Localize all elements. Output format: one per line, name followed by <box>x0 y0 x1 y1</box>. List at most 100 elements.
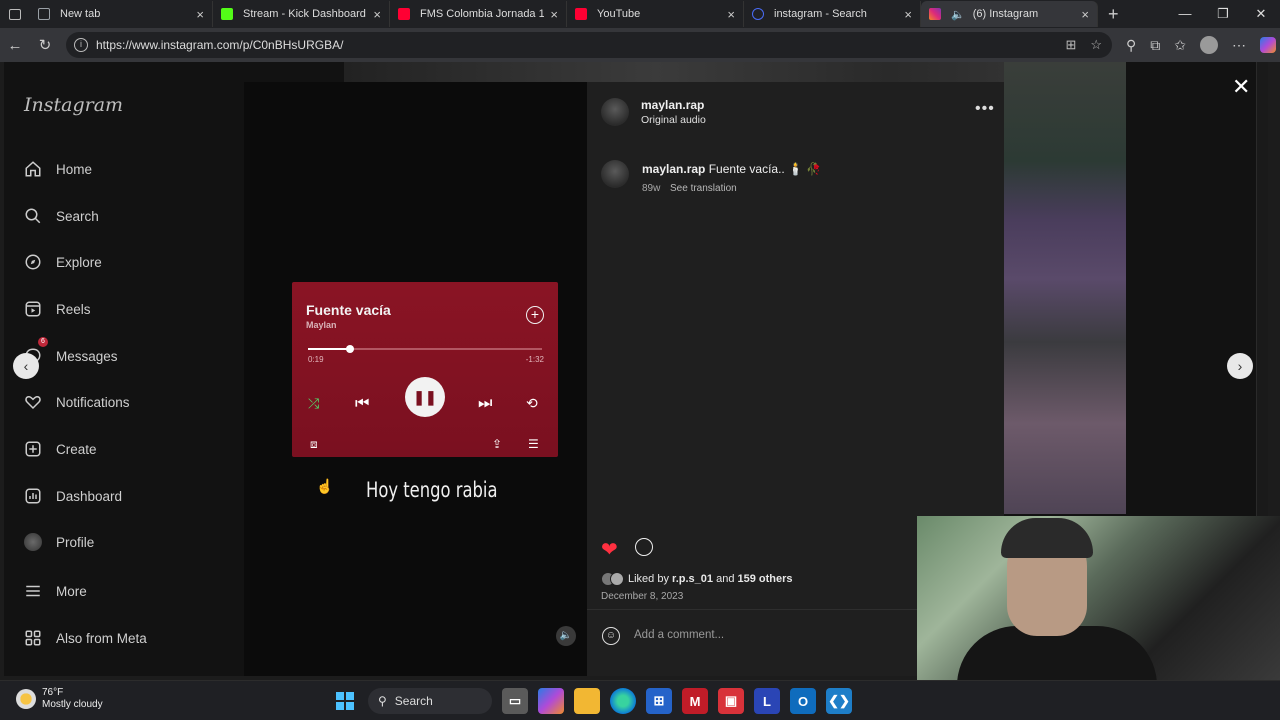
progress-fill <box>308 348 351 350</box>
tab-new-tab[interactable]: New tab × <box>30 1 213 27</box>
add-comment-input[interactable]: Add a comment... <box>634 629 724 641</box>
webcam-person-cap <box>1001 518 1093 558</box>
file-explorer-icon[interactable] <box>574 688 600 714</box>
close-icon[interactable]: × <box>550 7 558 22</box>
likes-count[interactable]: 159 others <box>738 573 793 585</box>
heart-icon <box>24 393 42 411</box>
outlook-icon[interactable]: O <box>790 688 816 714</box>
liked-by-label: Liked by <box>628 573 669 585</box>
address-toolbar: ← ↻ i https://www.instagram.com/p/C0nBHs… <box>0 28 1280 62</box>
home-icon <box>24 160 42 178</box>
instagram-logo[interactable]: Instagram <box>24 94 123 116</box>
settings-more-icon[interactable]: ⋯ <box>1232 37 1246 54</box>
close-icon[interactable]: × <box>904 7 912 22</box>
search-icon <box>752 8 764 20</box>
close-icon[interactable]: × <box>1081 7 1089 22</box>
new-tab-icon <box>38 8 50 20</box>
sidebar-item-label: Home <box>56 161 93 177</box>
mcafee-icon[interactable]: M <box>682 688 708 714</box>
next-icon: ⏭ <box>478 395 493 412</box>
tab-fms-colombia[interactable]: FMS Colombia Jornada 1 Pe × <box>390 1 567 27</box>
url-bar[interactable]: i https://www.instagram.com/p/C0nBHsURGB… <box>66 32 1112 58</box>
mouse-cursor-icon: ☝ <box>316 478 334 494</box>
windows-start-icon[interactable] <box>332 688 358 714</box>
previous-post-button[interactable]: ‹ <box>13 353 39 379</box>
sidebar-item-home[interactable]: Home <box>24 160 92 178</box>
minimize-icon[interactable]: — <box>1166 0 1204 28</box>
post-date: December 8, 2023 <box>601 591 684 602</box>
close-icon[interactable]: × <box>373 7 381 22</box>
sidebar-item-explore[interactable]: Explore <box>24 253 102 271</box>
post-age: 89w <box>642 183 661 194</box>
tab-title: YouTube <box>597 8 641 20</box>
sidebar-item-notifications[interactable]: Notifications <box>24 393 130 411</box>
comment-icon[interactable] <box>635 538 653 556</box>
lyric-caption: Hoy tengo rabia <box>366 478 498 502</box>
tab-instagram[interactable]: 🔈 (6) Instagram × <box>921 1 1098 27</box>
copilot-icon[interactable] <box>538 688 564 714</box>
previous-icon: ⏮ <box>355 395 370 412</box>
close-icon[interactable]: × <box>196 7 204 22</box>
like-heart-icon[interactable]: ❤ <box>601 537 618 562</box>
devices-icon: ⧈ <box>310 437 318 451</box>
next-post-button[interactable]: › <box>1227 353 1253 379</box>
sidebar-item-reels[interactable]: Reels <box>24 300 91 318</box>
favorites-icon[interactable]: ✩ <box>1174 37 1186 54</box>
task-view-icon[interactable]: ▭ <box>502 688 528 714</box>
more-options-icon[interactable]: ••• <box>975 100 995 118</box>
vscode-icon[interactable]: ❮❯ <box>826 688 852 714</box>
tab-actions-icon[interactable] <box>0 0 30 28</box>
close-icon[interactable]: ✕ <box>1232 74 1250 100</box>
back-icon[interactable]: ← <box>0 37 30 54</box>
tab-youtube[interactable]: YouTube × <box>567 1 744 27</box>
share-icon: ⇪ <box>492 437 503 451</box>
sidebar-item-create[interactable]: Create <box>24 440 97 458</box>
sidebar-item-also-from-meta[interactable]: Also from Meta <box>24 629 147 647</box>
reload-icon[interactable]: ↻ <box>30 36 60 54</box>
edge-browser-icon[interactable] <box>610 688 636 714</box>
favorite-star-icon[interactable]: ☆ <box>1090 37 1102 53</box>
avatar[interactable] <box>601 98 629 126</box>
tab-title: New tab <box>60 8 101 20</box>
new-tab-button[interactable]: + <box>1098 4 1129 25</box>
post-username[interactable]: maylan.rap <box>641 98 704 112</box>
weather-widget[interactable]: 76°F Mostly cloudy <box>16 687 103 711</box>
app-icon[interactable]: ▣ <box>718 688 744 714</box>
extensions-puzzle-icon[interactable]: ⧉ <box>1150 37 1160 54</box>
close-window-icon[interactable]: ✕ <box>1242 0 1280 28</box>
emoji-icon[interactable]: ☺ <box>602 627 620 645</box>
sidebar-item-search[interactable]: Search <box>24 207 99 225</box>
taskbar-search[interactable]: ⚲ Search <box>368 688 492 714</box>
extensions-icon[interactable]: ⚲ <box>1126 37 1136 54</box>
sidebar-item-profile[interactable]: Profile <box>24 533 94 551</box>
sidebar-item-label: Create <box>56 441 97 457</box>
app-available-icon[interactable]: ⊞ <box>1065 37 1076 53</box>
see-translation-link[interactable]: See translation <box>670 183 737 194</box>
tab-kick-dashboard[interactable]: Stream - Kick Dashboard × <box>213 1 390 27</box>
liked-by-user[interactable]: r.p.s_01 <box>672 573 713 585</box>
sidebar-item-label: Profile <box>56 534 95 550</box>
microsoft-store-icon[interactable]: ⊞ <box>646 688 672 714</box>
app-l-icon[interactable]: L <box>754 688 780 714</box>
restore-icon[interactable]: ❐ <box>1204 0 1242 28</box>
instagram-icon <box>929 8 941 20</box>
weather-icon <box>16 689 36 709</box>
sidebar-item-more[interactable]: More <box>24 582 87 600</box>
music-player-overlay: Fuente vacía Maylan + 0:19 -1:32 ⤮ ⏮ ❚❚ … <box>292 282 558 457</box>
original-audio-link[interactable]: Original audio <box>641 114 706 126</box>
sidebar-item-label: Explore <box>56 254 102 270</box>
speaker-icon[interactable]: 🔈 <box>951 8 965 21</box>
volume-icon[interactable]: 🔈 <box>556 626 576 646</box>
copilot-icon[interactable] <box>1260 37 1276 53</box>
tab-instagram-search[interactable]: instagram - Search × <box>744 1 921 27</box>
profile-avatar[interactable] <box>1200 36 1218 54</box>
dashboard-icon <box>24 487 42 505</box>
avatar[interactable] <box>601 160 629 188</box>
caption-username[interactable]: maylan.rap <box>642 162 705 176</box>
avatar <box>24 533 42 551</box>
site-info-icon[interactable]: i <box>74 38 88 52</box>
close-icon[interactable]: × <box>727 7 735 22</box>
sidebar-item-label: Reels <box>56 301 91 317</box>
pause-icon: ❚❚ <box>405 377 445 417</box>
sidebar-item-dashboard[interactable]: Dashboard <box>24 487 122 505</box>
